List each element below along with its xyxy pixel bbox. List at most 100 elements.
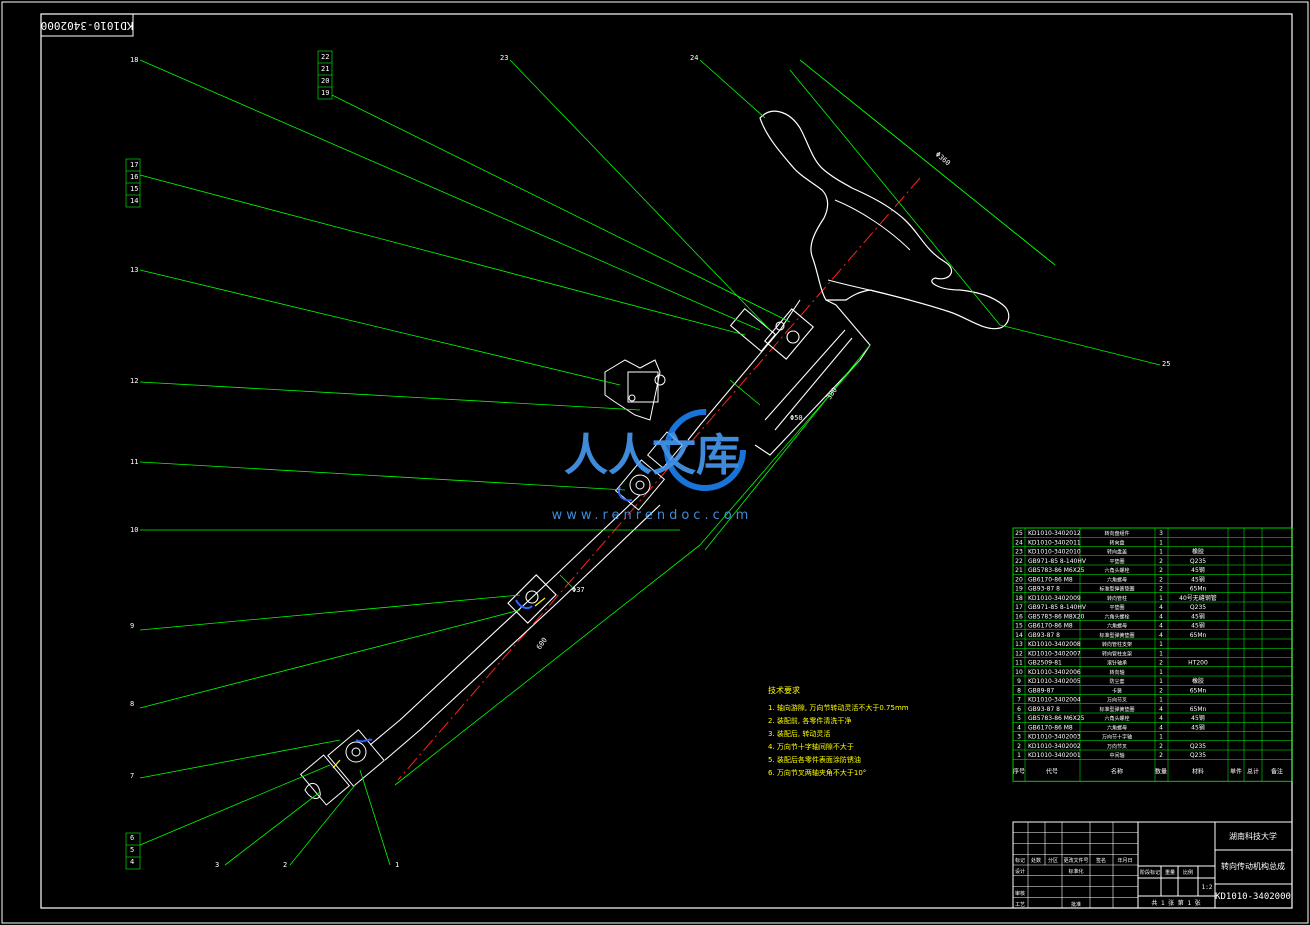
dim-wheel-diameter: Φ360 (934, 150, 952, 167)
bom-row-name: 六角头螺栓 (1104, 613, 1129, 620)
bom-row-material: Q235 (1190, 752, 1206, 759)
bom-row-code: GB6170-86 M8 (1028, 724, 1073, 731)
drawing-title: 转向传动机构总成 (1221, 861, 1285, 871)
callout-14: 14 (130, 197, 138, 205)
bom-row-code: GB6170-86 M8 (1028, 576, 1073, 583)
bom-row-code: KD1010-3402004 (1028, 697, 1081, 704)
title-block-label: 更改文件号 (1063, 857, 1088, 864)
bom-row-code: KD1010-3402006 (1028, 669, 1081, 676)
bom-row-code: KD1010-3402008 (1028, 641, 1081, 648)
callout-2: 2 (283, 861, 287, 869)
callout-3: 3 (215, 861, 219, 869)
bom-header-material: 材料 (1192, 767, 1204, 775)
bom-row-name: 平垫圈 (1109, 558, 1124, 565)
bom-row-qty: 2 (1159, 752, 1163, 759)
bom-row-material: 65Mn (1190, 687, 1207, 694)
bom-row-name: 防尘套 (1109, 678, 1124, 685)
bom-row-code: KD1010-3402002 (1028, 743, 1081, 750)
bom-row-qty: 4 (1159, 613, 1163, 620)
bom-row-name: 转向盘盖 (1107, 549, 1127, 556)
bom-row-name: 转向轴 (1109, 669, 1124, 676)
bom-row-qty: 1 (1159, 697, 1163, 704)
dim-column-length: 380 (825, 386, 839, 401)
dim-d37: Φ37 (572, 586, 585, 594)
dim-d50: Φ50 (790, 414, 803, 422)
bom-row-code: GB5783-86 M6X25 (1028, 567, 1085, 574)
bom-row-code: GB971-85 8-140HV (1028, 604, 1087, 611)
bom-row-name: 平垫圈 (1109, 604, 1124, 611)
bom-row-code: KD1010-3402001 (1028, 752, 1081, 759)
bom-row-qty: 2 (1159, 687, 1163, 694)
bom-row-name: 转向管柱 (1107, 595, 1127, 602)
bom-row-name: 转向管柱支架 (1102, 650, 1132, 657)
tech-note-3: 3. 装配后, 转动灵活 (768, 729, 830, 738)
bom-row-material: 45钢 (1191, 714, 1205, 722)
bom-row-qty: 1 (1159, 734, 1163, 741)
bom-row-no: 22 (1015, 558, 1023, 565)
callout-23: 23 (500, 54, 508, 62)
assembly-drawing: KD1010-3402000 Φ360 380 Φ50 Φ37 600 18 2… (1, 1, 1309, 924)
title-block-label: 处数 (1031, 857, 1041, 864)
bom-row-code: GB93-87 8 (1028, 586, 1060, 593)
bom-header-name: 名称 (1111, 767, 1123, 775)
bom-row-no: 23 (1015, 549, 1023, 556)
bom-row-qty: 2 (1159, 558, 1163, 565)
callout-11: 11 (130, 458, 138, 466)
bom-row-name: 转向管柱支架 (1102, 641, 1132, 648)
bom-row-name: 万向节叉 (1107, 697, 1127, 704)
title-block-label: 年月日 (1117, 857, 1132, 864)
bom-row-name: 标准型弹簧垫圈 (1099, 632, 1134, 639)
callout-17: 17 (130, 161, 138, 169)
tech-note-2: 2. 装配前, 各零件清洗干净 (768, 716, 851, 725)
watermark-logo-text: 人人文库 (564, 430, 740, 481)
bom-row-no: 16 (1015, 613, 1023, 620)
bom-row-name: 转向盘组件 (1104, 530, 1129, 537)
bom-row-qty: 4 (1159, 724, 1163, 731)
bom-row-qty: 1 (1159, 595, 1163, 602)
bom-row-name: 六角螺母 (1107, 623, 1127, 630)
bom-row-qty: 4 (1159, 632, 1163, 639)
dust-boot-highlights (332, 486, 633, 769)
bom-row-no: 3 (1017, 734, 1021, 741)
bom-row-code: GB2509-81 (1028, 660, 1062, 667)
tech-notes-title: 技术要求 (768, 685, 800, 695)
title-block-label: 比例 (1183, 869, 1193, 876)
callout-7: 7 (130, 772, 134, 780)
bom-row-material: 45钢 (1191, 612, 1205, 620)
bom-row-no: 25 (1015, 530, 1023, 537)
bom-row-code: KD1010-3402011 (1028, 539, 1081, 546)
bom-row-no: 7 (1017, 697, 1021, 704)
title-block: 标记 处数 分区 更改文件号 签名 年月日设计 标准化审核工艺 批准 阶段标记 重量 比例 湖南科技… (1012, 821, 1293, 909)
bill-of-materials: 25 KD1010-3402012 转向盘组件 324 KD1010-3402011 转向… (1012, 527, 1293, 782)
bom-row-qty: 2 (1159, 576, 1163, 583)
bom-row-code: KD1010-3402009 (1028, 595, 1081, 602)
bom-row-material: Q235 (1190, 604, 1206, 611)
bom-row-material: Q235 (1190, 743, 1206, 750)
dim-shaft-length: 600 (535, 636, 549, 651)
bom-row-no: 20 (1015, 576, 1023, 583)
bom-header-qty: 数量 (1155, 767, 1167, 775)
bom-row-qty: 1 (1159, 650, 1163, 657)
bom-row-name: 标准型弹簧垫圈 (1099, 586, 1134, 593)
bom-row-name: 六角头螺栓 (1104, 715, 1129, 722)
bom-row-qty: 2 (1159, 743, 1163, 750)
bom-row-qty: 2 (1159, 586, 1163, 593)
bom-row-no: 6 (1017, 706, 1021, 713)
bom-row-code: GB971-85 8-140HV (1028, 558, 1087, 565)
column-bracket (604, 359, 666, 421)
callout-19: 19 (321, 89, 329, 97)
bom-row-name: 六角头螺栓 (1104, 567, 1129, 574)
bom-row-material: 65Mn (1190, 706, 1207, 713)
bom-row-material: 45钢 (1191, 566, 1205, 574)
bom-row-material: 65Mn (1190, 632, 1207, 639)
bom-row-qty: 2 (1159, 660, 1163, 667)
bom-row-no: 8 (1017, 687, 1021, 694)
title-block-label: 工艺 (1015, 902, 1025, 908)
title-block-label: 标记 (1015, 857, 1025, 864)
title-block-label: 设计 (1015, 868, 1025, 875)
callout-8: 8 (130, 700, 134, 708)
tech-note-1: 1. 轴向游隙, 万向节转动灵活不大于0.75mm (768, 703, 909, 712)
bom-header-note: 备注 (1271, 767, 1283, 775)
bom-header-code: 代号 (1046, 767, 1058, 775)
rotated-code-box: KD1010-3402000 (40, 13, 134, 37)
